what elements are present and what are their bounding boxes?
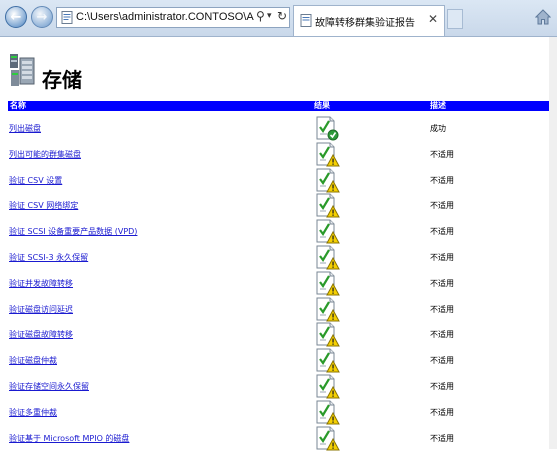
test-name-link[interactable]: 验证基于 Microsoft MPIO 的磁盘 [9, 433, 129, 444]
storage-icon [10, 54, 35, 86]
back-arrow-icon[interactable]: ← [5, 6, 27, 28]
result-description: 不适用 [430, 433, 454, 443]
test-name-link[interactable]: 验证磁盘仲裁 [9, 355, 57, 366]
warning-icon [314, 192, 340, 218]
test-name-link[interactable]: 验证存储空间永久保留 [9, 381, 89, 392]
warning-icon [314, 244, 340, 270]
result-description: 不适用 [430, 330, 454, 340]
address-text: C:\Users\administrator.CONTOSO\AppD [76, 11, 254, 23]
warning-icon [314, 347, 340, 373]
result-description: 不适用 [430, 356, 454, 366]
table-row: 验证磁盘访问延迟 不适用 [8, 296, 549, 322]
table-row: 验证 SCSI-3 永久保留 不适用 [8, 244, 549, 270]
new-tab-button[interactable] [447, 9, 463, 29]
home-icon[interactable] [535, 9, 551, 25]
table-row: 验证并发故障转移 不适用 [8, 270, 549, 296]
refresh-icon[interactable]: ↻ [277, 9, 287, 23]
test-name-link[interactable]: 列出可能的群集磁盘 [9, 149, 81, 160]
result-description: 不适用 [430, 407, 454, 417]
warning-icon [314, 167, 340, 193]
result-description: 不适用 [430, 175, 454, 185]
page-title: 存储 [42, 68, 82, 92]
column-description-header: 描述 [430, 101, 446, 110]
test-name-link[interactable]: 验证 CSV 网络绑定 [9, 200, 78, 211]
warning-icon [314, 270, 340, 296]
table-row: 验证 CSV 网络绑定 不适用 [8, 192, 549, 218]
result-description: 不适用 [430, 149, 454, 159]
test-name-link[interactable]: 验证 SCSI 设备重要产品数据 (VPD) [9, 226, 137, 237]
table-row: 验证磁盘故障转移 不适用 [8, 321, 549, 347]
warning-icon [314, 373, 340, 399]
column-name-header: 名称 [10, 101, 26, 110]
warning-icon [314, 141, 340, 167]
result-description: 不适用 [430, 278, 454, 288]
result-description: 不适用 [430, 201, 454, 211]
success-icon [314, 115, 340, 141]
dropdown-icon[interactable]: ▾ [267, 11, 272, 21]
result-description: 不适用 [430, 227, 454, 237]
warning-icon [314, 425, 340, 451]
test-name-link[interactable]: 验证 SCSI-3 永久保留 [9, 252, 88, 263]
test-name-link[interactable]: 列出磁盘 [9, 123, 41, 134]
address-bar[interactable]: C:\Users\administrator.CONTOSO\AppD ⚲ ▾ … [56, 7, 290, 28]
test-name-link[interactable]: 验证磁盘访问延迟 [9, 304, 73, 315]
search-icon[interactable]: ⚲ [256, 9, 265, 23]
browser-toolbar: ← → C:\Users\administrator.CONTOSO\AppD … [0, 0, 557, 37]
close-icon[interactable]: ✕ [428, 12, 438, 26]
forward-arrow-icon[interactable]: → [31, 6, 53, 28]
table-row: 验证多重仲裁 不适用 [8, 399, 549, 425]
page-icon [300, 14, 312, 27]
warning-icon [314, 321, 340, 347]
test-name-link[interactable]: 验证并发故障转移 [9, 278, 73, 289]
table-row: 列出可能的群集磁盘 不适用 [8, 141, 549, 167]
table-header: 名称 结果 描述 [8, 101, 549, 111]
test-name-link[interactable]: 验证 CSV 设置 [9, 175, 62, 186]
warning-icon [314, 218, 340, 244]
table-row: 验证存储空间永久保留 不适用 [8, 373, 549, 399]
table-row: 列出磁盘 成功 [8, 115, 549, 141]
result-description: 成功 [430, 124, 446, 133]
test-name-link[interactable]: 验证磁盘故障转移 [9, 329, 73, 340]
result-description: 不适用 [430, 304, 454, 314]
table-row: 验证 CSV 设置 不适用 [8, 167, 549, 193]
tab-report[interactable]: 故障转移群集验证报告 ✕ [293, 5, 445, 36]
column-result-header: 结果 [314, 101, 330, 110]
scrollbar[interactable] [549, 37, 557, 449]
table-row: 验证基于 Microsoft MPIO 的磁盘 不适用 [8, 425, 549, 451]
test-name-link[interactable]: 验证多重仲裁 [9, 407, 57, 418]
table-row: 验证磁盘仲裁 不适用 [8, 347, 549, 373]
table-row: 验证 SCSI 设备重要产品数据 (VPD) 不适用 [8, 218, 549, 244]
tab-title: 故障转移群集验证报告 [315, 18, 415, 29]
result-description: 不适用 [430, 253, 454, 262]
warning-icon [314, 296, 340, 322]
page-icon [61, 11, 73, 24]
result-description: 不适用 [430, 382, 454, 391]
warning-icon [314, 399, 340, 425]
